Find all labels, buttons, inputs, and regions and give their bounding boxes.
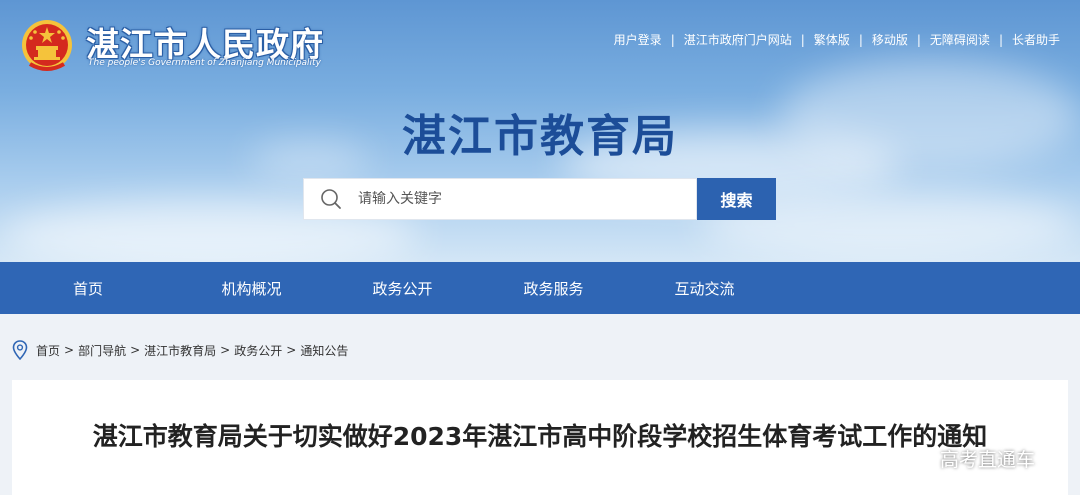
mobile-version-link[interactable]: 移动版 <box>872 31 908 48</box>
national-emblem-icon <box>22 20 72 71</box>
nav-item-government-services[interactable]: 政务服务 <box>478 262 629 314</box>
breadcrumb: 首页 > 部门导航 > 湛江市教育局 > 政务公开 > 通知公告 <box>12 340 348 360</box>
traditional-chinese-link[interactable]: 繁体版 <box>814 31 850 48</box>
separator: | <box>998 32 1003 47</box>
nav-item-government-affairs[interactable]: 政务公开 <box>327 262 478 314</box>
breadcrumb-government-affairs[interactable]: 政务公开 <box>234 342 282 359</box>
nav-item-interaction[interactable]: 互动交流 <box>629 262 780 314</box>
search-button[interactable]: 搜索 <box>697 178 776 220</box>
watermark: 高考直通车 <box>940 449 1036 471</box>
elderly-assistant-link[interactable]: 长者助手 <box>1012 31 1060 48</box>
portal-link[interactable]: 湛江市政府门户网站 <box>684 31 792 48</box>
breadcrumb-separator: > <box>130 343 141 357</box>
breadcrumb-separator: > <box>64 343 75 357</box>
article-panel: 湛江市教育局关于切实做好2023年湛江市高中阶段学校招生体育考试工作的通知 <box>12 380 1068 495</box>
department-title: 湛江市教育局 <box>402 111 678 162</box>
breadcrumb-education-bureau[interactable]: 湛江市教育局 <box>144 342 216 359</box>
breadcrumb-notices[interactable]: 通知公告 <box>300 342 348 359</box>
search-box <box>303 178 697 220</box>
site-subtitle: The people's Government of Zhanjiang Mun… <box>88 58 321 68</box>
breadcrumb-home[interactable]: 首页 <box>36 342 60 359</box>
login-link[interactable]: 用户登录 <box>614 31 662 48</box>
separator: | <box>800 32 805 47</box>
location-pin-icon <box>12 340 28 360</box>
breadcrumb-separator: > <box>286 343 297 357</box>
separator: | <box>916 32 921 47</box>
separator: | <box>858 32 863 47</box>
separator: | <box>670 32 675 47</box>
breadcrumb-department-nav[interactable]: 部门导航 <box>78 342 126 359</box>
main-nav: 首页 机构概况 政务公开 政务服务 互动交流 <box>0 262 1080 314</box>
top-links: 用户登录 | 湛江市政府门户网站 | 繁体版 | 移动版 | 无障碍阅读 | 长… <box>614 31 1060 48</box>
breadcrumb-separator: > <box>220 343 231 357</box>
search-input[interactable] <box>358 191 678 207</box>
nav-item-organization[interactable]: 机构概况 <box>176 262 327 314</box>
accessibility-link[interactable]: 无障碍阅读 <box>930 31 990 48</box>
header-banner: 湛江市人民政府 The people's Government of Zhanj… <box>0 0 1080 262</box>
search-icon <box>321 189 341 209</box>
nav-item-home[interactable]: 首页 <box>0 262 176 314</box>
article-title: 湛江市教育局关于切实做好2023年湛江市高中阶段学校招生体育考试工作的通知 <box>92 422 988 451</box>
